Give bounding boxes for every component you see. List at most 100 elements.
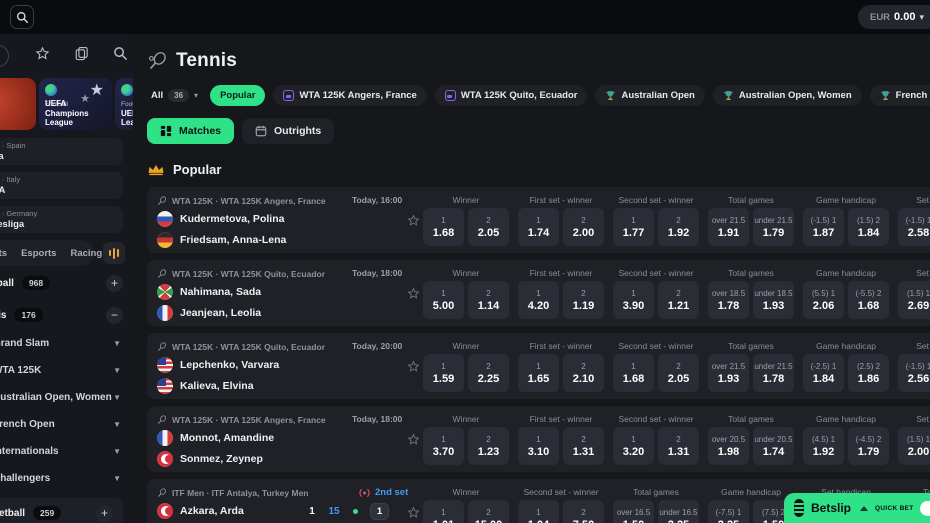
favorite-button[interactable] xyxy=(404,479,423,523)
balance-button[interactable]: EUR 0.00 ▾ xyxy=(858,5,930,29)
odds-button[interactable]: over 20.51.98 xyxy=(708,427,749,465)
odds-button[interactable]: 13.20 xyxy=(613,427,654,465)
favorites-star-icon[interactable] xyxy=(35,46,50,66)
odds-button[interactable]: under 21.51.78 xyxy=(753,354,794,392)
odds-button[interactable]: under 18.51.93 xyxy=(753,281,794,319)
tab-matches[interactable]: Matches xyxy=(147,118,234,144)
odds-button[interactable]: 11.74 xyxy=(518,208,559,246)
odds-button[interactable]: 11.77 xyxy=(613,208,654,246)
sidebar-category-item[interactable]: Australian Open, Women▼ xyxy=(0,384,133,411)
odds-button[interactable]: (2.5) 21.86 xyxy=(848,354,889,392)
odds-button[interactable]: 11.68 xyxy=(613,354,654,392)
sidebar-category-item[interactable]: Challengers▼ xyxy=(0,465,133,492)
tab-outrights[interactable]: Outrights xyxy=(242,118,334,144)
sidebar-sport-football[interactable]: Football968+ xyxy=(0,268,133,298)
odds-button[interactable]: 22.00 xyxy=(563,208,604,246)
odds-button[interactable]: 21.23 xyxy=(468,427,509,465)
odds-button[interactable]: (1.5) 12.00 xyxy=(898,427,930,465)
odds-button[interactable]: under 16.52.25 xyxy=(658,500,699,523)
sidebar-category-item[interactable]: Internationals▼ xyxy=(0,438,133,465)
odds-button[interactable]: over 18.51.78 xyxy=(708,281,749,319)
odds-button[interactable]: 21.31 xyxy=(658,427,699,465)
league-tile[interactable] xyxy=(0,78,36,130)
odds-button[interactable]: 11.04 xyxy=(518,500,559,523)
favorite-button[interactable] xyxy=(404,333,423,399)
odds-button[interactable]: (1.5) 12.69 xyxy=(898,281,930,319)
quick-league-link[interactable]: Football · GermanyBundesliga xyxy=(0,206,123,233)
stats-chart-button[interactable] xyxy=(103,242,125,264)
betslips-docs-icon[interactable] xyxy=(74,46,89,66)
league-tile[interactable]: ★★FootballUEFA Europa League xyxy=(115,78,133,130)
odds-button[interactable]: (-2.5) 11.84 xyxy=(803,354,844,392)
odds-button[interactable]: (-1.5) 12.56 xyxy=(898,354,930,392)
match-row[interactable]: WTA 125K · WTA 125K Quito, EcuadorLepche… xyxy=(147,333,930,399)
odds-button[interactable]: (-5.5) 21.68 xyxy=(848,281,889,319)
odds-button[interactable]: 13.70 xyxy=(423,427,464,465)
sidebar-sport-tennis[interactable]: Tennis176− xyxy=(0,300,133,330)
odds-button[interactable]: under 20.51.74 xyxy=(753,427,794,465)
odds-button[interactable]: 21.31 xyxy=(563,427,604,465)
odds-button[interactable]: (-1.5) 11.87 xyxy=(803,208,844,246)
odds-button[interactable]: 21.19 xyxy=(563,281,604,319)
filter-chip[interactable]: Australian Open, Women xyxy=(713,85,862,106)
odds-button[interactable]: 22.05 xyxy=(468,208,509,246)
odds-button[interactable]: (5.5) 12.06 xyxy=(803,281,844,319)
filter-chip[interactable]: Popular xyxy=(210,85,265,106)
expand-button[interactable]: + xyxy=(96,505,113,522)
match-row[interactable]: WTA 125K · WTA 125K Quito, EcuadorNahima… xyxy=(147,260,930,326)
quick-league-link[interactable]: Football · SpainLaLiga xyxy=(0,138,123,165)
odds-button[interactable]: under 21.51.79 xyxy=(753,208,794,246)
odds-button[interactable]: 21.92 xyxy=(658,208,699,246)
sidebar-category-item[interactable]: Grand Slam▼ xyxy=(0,330,133,357)
filter-chip[interactable]: WTA 125K Angers, France xyxy=(273,85,426,106)
odds-button[interactable]: 215.00 xyxy=(468,500,509,523)
favorite-button[interactable] xyxy=(404,260,423,326)
sidebar-search-icon[interactable] xyxy=(113,46,128,66)
sidebar-category-item[interactable]: WTA 125K▼ xyxy=(0,357,133,384)
filter-chip[interactable]: Australian Open xyxy=(595,85,704,106)
filter-chip-all[interactable]: All 36 ▾ xyxy=(147,85,202,106)
odds-button[interactable]: 22.10 xyxy=(563,354,604,392)
odds-button[interactable]: 27.50 xyxy=(563,500,604,523)
odds-button[interactable]: 13.90 xyxy=(613,281,654,319)
odds-button[interactable]: over 16.51.50 xyxy=(613,500,654,523)
quick-bet-toggle[interactable] xyxy=(920,501,930,516)
betslip-bar[interactable]: Betslip QUICK BET xyxy=(784,493,930,523)
collapse-button[interactable]: − xyxy=(106,307,123,324)
live-button[interactable]: LIVE xyxy=(0,45,9,67)
match-row[interactable]: WTA 125K · WTA 125K Angers, FranceMonnot… xyxy=(147,406,930,472)
odds-button[interactable]: (-1.5) 12.58 xyxy=(898,208,930,246)
match-row[interactable]: WTA 125K · WTA 125K Angers, FranceKuderm… xyxy=(147,187,930,253)
sidebar-sport-basketball[interactable]: Basketball259+ xyxy=(0,498,123,523)
odds-button[interactable]: 11.59 xyxy=(423,354,464,392)
nav-tab-sports[interactable]: Sports xyxy=(0,248,7,259)
filter-chip[interactable]: French Open xyxy=(870,85,930,106)
odds-button[interactable]: (-4.5) 21.79 xyxy=(848,427,889,465)
odds-button[interactable]: (-7.5) 12.25 xyxy=(708,500,749,523)
odds-button[interactable]: 13.10 xyxy=(518,427,559,465)
odds-label: 2 xyxy=(676,289,680,298)
odds-button[interactable]: (4.5) 11.92 xyxy=(803,427,844,465)
quick-league-link[interactable]: Football · ItalySerie A xyxy=(0,172,123,199)
odds-button[interactable]: 11.68 xyxy=(423,208,464,246)
favorite-button[interactable] xyxy=(404,406,423,472)
global-search-button[interactable] xyxy=(10,5,34,29)
expand-button[interactable]: + xyxy=(106,275,123,292)
odds-button[interactable]: 11.01 xyxy=(423,500,464,523)
odds-button[interactable]: 11.65 xyxy=(518,354,559,392)
nav-tab-esports[interactable]: Esports xyxy=(21,248,56,259)
odds-button[interactable]: 15.00 xyxy=(423,281,464,319)
sidebar-category-item[interactable]: French Open▼ xyxy=(0,411,133,438)
odds-button[interactable]: 21.14 xyxy=(468,281,509,319)
nav-tab-racing[interactable]: Racing xyxy=(70,248,102,259)
odds-button[interactable]: 22.25 xyxy=(468,354,509,392)
filter-chip[interactable]: WTA 125K Quito, Ecuador xyxy=(435,85,588,106)
odds-button[interactable]: over 21.51.93 xyxy=(708,354,749,392)
odds-button[interactable]: (1.5) 21.84 xyxy=(848,208,889,246)
odds-button[interactable]: 22.05 xyxy=(658,354,699,392)
odds-button[interactable]: 14.20 xyxy=(518,281,559,319)
league-tile[interactable]: ★★FootballUEFA Champions League xyxy=(39,78,112,130)
favorite-button[interactable] xyxy=(404,187,423,253)
odds-button[interactable]: over 21.51.91 xyxy=(708,208,749,246)
odds-button[interactable]: 21.21 xyxy=(658,281,699,319)
